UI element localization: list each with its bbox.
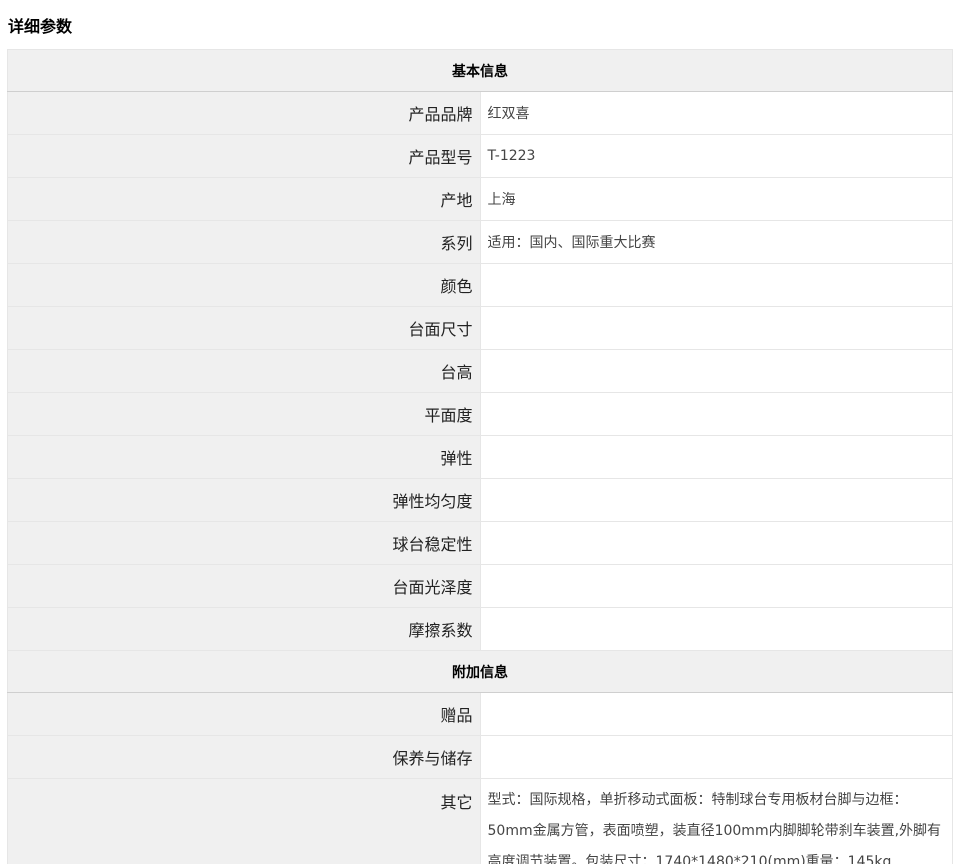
row-value [479, 306, 953, 350]
row-label: 赠品 [7, 692, 481, 736]
row-label: 弹性均匀度 [7, 478, 481, 522]
row-label: 产地 [7, 177, 481, 221]
row-value: 适用：国内、国际重大比赛 [479, 220, 953, 264]
row-value [479, 735, 953, 779]
spec-row-friction: 摩擦系数 [7, 607, 953, 651]
spec-row-series: 系列 适用：国内、国际重大比赛 [7, 220, 953, 264]
section-header-extra: 附加信息 [7, 650, 953, 693]
spec-row-gloss: 台面光泽度 [7, 564, 953, 608]
spec-page: 详细参数 基本信息 产品品牌 红双喜 产品型号 T-1223 产地 上海 系列 … [0, 0, 956, 864]
row-value [479, 521, 953, 565]
spec-row-stability: 球台稳定性 [7, 521, 953, 565]
row-value [479, 435, 953, 479]
spec-row-origin: 产地 上海 [7, 177, 953, 221]
row-label: 平面度 [7, 392, 481, 436]
section-header-row: 基本信息 [7, 49, 953, 92]
row-label: 产品品牌 [7, 91, 481, 135]
row-label: 颜色 [7, 263, 481, 307]
spec-row-table-height: 台高 [7, 349, 953, 393]
row-value [479, 349, 953, 393]
row-value [479, 692, 953, 736]
row-value [479, 392, 953, 436]
row-label: 其它 [7, 778, 481, 864]
row-label: 摩擦系数 [7, 607, 481, 651]
row-value [479, 478, 953, 522]
row-label: 台面光泽度 [7, 564, 481, 608]
spec-row-brand: 产品品牌 红双喜 [7, 91, 953, 135]
row-value [479, 564, 953, 608]
row-value: 红双喜 [479, 91, 953, 135]
section-header-basic: 基本信息 [7, 49, 953, 92]
spec-row-elasticity: 弹性 [7, 435, 953, 479]
row-label: 台高 [7, 349, 481, 393]
row-value: T-1223 [479, 134, 953, 178]
row-value [479, 607, 953, 651]
section-header-row: 附加信息 [7, 650, 953, 693]
spec-row-flatness: 平面度 [7, 392, 953, 436]
spec-row-gift: 赠品 [7, 692, 953, 736]
row-label: 台面尺寸 [7, 306, 481, 350]
spec-row-model: 产品型号 T-1223 [7, 134, 953, 178]
spec-row-maintenance: 保养与储存 [7, 735, 953, 779]
spec-row-table-size: 台面尺寸 [7, 306, 953, 350]
row-value [479, 263, 953, 307]
row-label: 产品型号 [7, 134, 481, 178]
spec-row-color: 颜色 [7, 263, 953, 307]
spec-table: 基本信息 产品品牌 红双喜 产品型号 T-1223 产地 上海 系列 适用：国内… [7, 49, 953, 864]
row-label: 系列 [7, 220, 481, 264]
spec-row-elasticity-uniformity: 弹性均匀度 [7, 478, 953, 522]
row-value: 型式：国际规格，单折移动式面板：特制球台专用板材台脚与边框：50mm金属方管，表… [479, 778, 953, 864]
page-title: 详细参数 [8, 17, 73, 36]
row-label: 球台稳定性 [7, 521, 481, 565]
row-label: 保养与储存 [7, 735, 481, 779]
row-label: 弹性 [7, 435, 481, 479]
row-value: 上海 [479, 177, 953, 221]
spec-row-other: 其它 型式：国际规格，单折移动式面板：特制球台专用板材台脚与边框：50mm金属方… [7, 778, 953, 864]
